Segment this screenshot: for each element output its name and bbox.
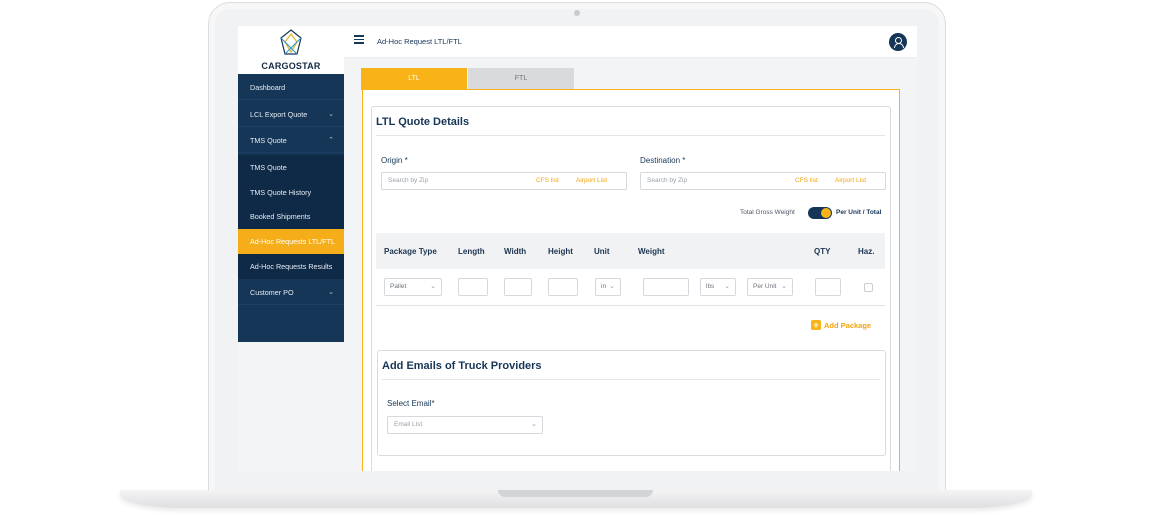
sidebar-item-tms-quote-history[interactable]: TMS Quote History	[238, 180, 344, 205]
tab-ftl[interactable]: FTL	[468, 68, 574, 90]
sidebar-item-label: Ad-Hoc Requests Results	[250, 262, 333, 271]
weight-input[interactable]	[643, 278, 689, 296]
divider	[382, 379, 880, 380]
email-list-placeholder: Email List	[394, 421, 423, 428]
app-screen: CARGOSTAR Dashboard LCL Export Quote ⌄ TM…	[238, 26, 917, 471]
weight-unit-value: lbs	[706, 283, 715, 290]
qty-input[interactable]	[815, 278, 841, 296]
length-input[interactable]	[458, 278, 488, 296]
origin-search-input[interactable]: Search by Zip CFS list Airport List	[381, 172, 627, 190]
unit-value: in	[601, 283, 607, 290]
camera-icon	[574, 10, 580, 16]
height-input[interactable]	[548, 278, 578, 296]
sidebar-item-label: Ad-Hoc Requests LTL/FTL	[250, 237, 335, 246]
top-bar: Ad-Hoc Request LTL/FTL	[344, 26, 917, 58]
laptop-notch	[498, 490, 653, 497]
sidebar-item-label: TMS Quote	[250, 136, 287, 145]
weight-mode-value: Per Unit	[753, 283, 777, 290]
header-unit: Unit	[594, 247, 610, 256]
sidebar-item-label: Customer PO	[250, 288, 294, 297]
toggle-right-label: Per Unit / Total	[836, 209, 882, 216]
sidebar-item-booked-shipments[interactable]: Booked Shipments	[238, 204, 344, 229]
chevron-down-icon: ⌄	[724, 283, 730, 290]
brand: CARGOSTAR	[238, 26, 344, 74]
sidebar-item-customer-po[interactable]: Customer PO ⌄	[238, 280, 344, 305]
haz-checkbox[interactable]	[864, 283, 873, 292]
divider	[376, 305, 885, 306]
package-table-header: Package Type Length Width Height Unit We…	[376, 233, 885, 269]
destination-label: Destination *	[640, 156, 686, 165]
sidebar-item-label: Booked Shipments	[250, 212, 311, 221]
cargostar-logo	[280, 29, 302, 55]
chevron-down-icon: ⌄	[531, 421, 537, 428]
emails-title: Add Emails of Truck Providers	[382, 360, 542, 372]
divider	[376, 135, 885, 136]
email-list-select[interactable]: Email List ⌄	[387, 416, 543, 434]
unit-select[interactable]: in ⌄	[595, 278, 621, 296]
header-package-type: Package Type	[384, 247, 437, 256]
sidebar-item-label: Dashboard	[250, 83, 286, 92]
destination-cfs-link[interactable]: CFS list	[795, 177, 818, 184]
chevron-down-icon: ⌄	[781, 283, 787, 290]
origin-placeholder: Search by Zip	[388, 177, 429, 184]
chevron-down-icon: ⌄	[430, 283, 436, 290]
page-title: Ad-Hoc Request LTL/FTL	[377, 37, 462, 46]
chevron-down-icon: ⌄	[328, 289, 334, 296]
user-icon[interactable]	[889, 33, 907, 51]
sidebar-item-ad-hoc-results[interactable]: Ad-Hoc Requests Results	[238, 254, 344, 279]
weight-mode-select[interactable]: Per Unit ⌄	[747, 278, 793, 296]
header-height: Height	[548, 247, 573, 256]
hamburger-icon[interactable]	[354, 35, 364, 45]
sidebar-item-label: LCL Export Quote	[250, 110, 308, 119]
tab-ltl[interactable]: LTL	[361, 68, 467, 90]
sidebar-item-label: TMS Quote History	[250, 188, 312, 197]
header-haz: Haz.	[858, 247, 875, 256]
origin-label: Origin *	[381, 156, 408, 165]
sidebar-item-label: TMS Quote	[250, 163, 287, 172]
header-width: Width	[504, 247, 527, 256]
sidebar-item-ad-hoc-requests[interactable]: Ad-Hoc Requests LTL/FTL	[238, 229, 344, 254]
width-input[interactable]	[504, 278, 532, 296]
weight-mode-toggle[interactable]	[808, 207, 832, 219]
select-email-label: Select Email*	[387, 399, 435, 408]
plus-icon[interactable]: +	[811, 320, 821, 330]
sidebar-item-tms-quote[interactable]: TMS Quote	[238, 155, 344, 180]
header-weight: Weight	[638, 247, 665, 256]
chevron-up-icon: ⌃	[328, 137, 334, 144]
add-package-button[interactable]: Add Package	[824, 321, 871, 330]
destination-airport-link[interactable]: Airport List	[835, 177, 866, 184]
quote-title: LTL Quote Details	[376, 116, 470, 128]
sidebar-item-dashboard[interactable]: Dashboard	[238, 75, 344, 100]
destination-placeholder: Search by Zip	[647, 177, 688, 184]
origin-airport-link[interactable]: Airport List	[576, 177, 607, 184]
header-length: Length	[458, 247, 485, 256]
package-type-select[interactable]: Pallet ⌄	[384, 278, 442, 296]
sidebar-item-lcl-export-quote[interactable]: LCL Export Quote ⌄	[238, 102, 344, 127]
header-qty: QTY	[814, 247, 831, 256]
sidebar-item-tms-quote-group[interactable]: TMS Quote ⌃	[238, 128, 344, 153]
weight-unit-select[interactable]: lbs ⌄	[700, 278, 736, 296]
package-type-value: Pallet	[390, 283, 407, 290]
toggle-left-label: Total Gross Weight	[740, 209, 795, 216]
sidebar: CARGOSTAR Dashboard LCL Export Quote ⌄ TM…	[238, 26, 344, 342]
brand-name: CARGOSTAR	[261, 61, 321, 71]
chevron-down-icon: ⌄	[328, 111, 334, 118]
chevron-down-icon: ⌄	[609, 283, 615, 290]
destination-search-input[interactable]: Search by Zip CFS list Airport List	[640, 172, 886, 190]
origin-cfs-link[interactable]: CFS list	[536, 177, 559, 184]
